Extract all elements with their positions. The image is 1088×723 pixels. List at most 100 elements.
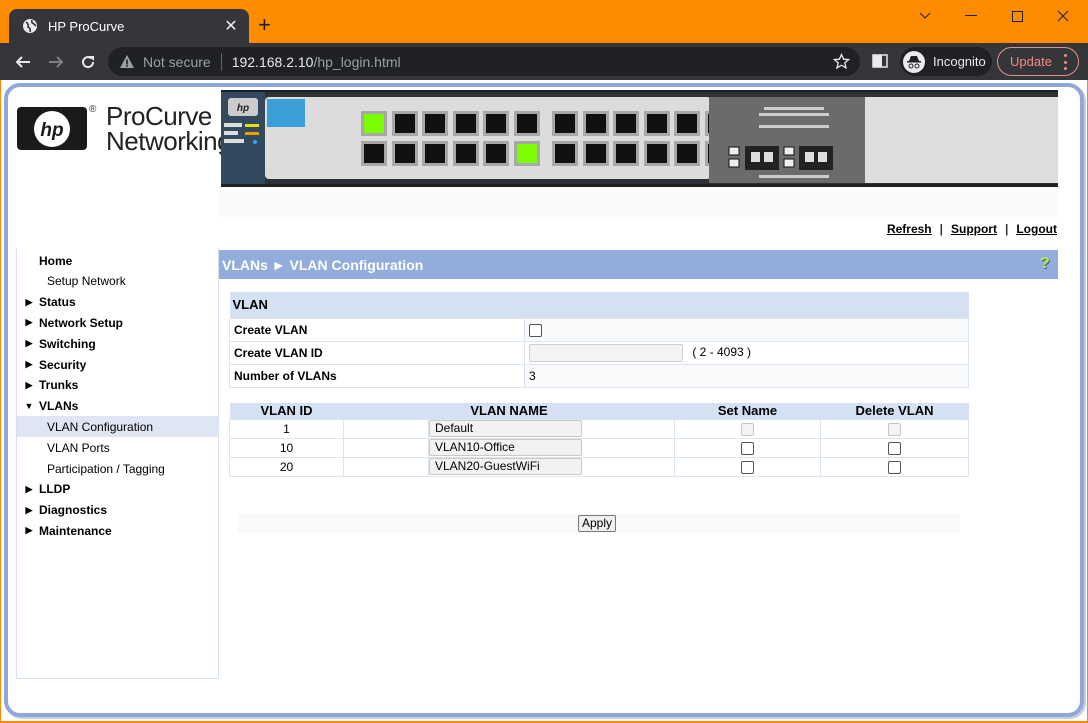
create-vlan-id-input[interactable] xyxy=(529,343,683,362)
sidebar-item-label: Network Setup xyxy=(39,315,124,330)
refresh-link[interactable]: Refresh xyxy=(887,222,932,236)
side-panel-icon[interactable] xyxy=(872,53,888,69)
incognito-label: Incognito xyxy=(933,54,986,69)
create-vlan-checkbox[interactable] xyxy=(529,323,542,337)
minimize-icon[interactable] xyxy=(948,4,994,28)
apply-button[interactable]: Apply xyxy=(578,515,617,532)
sidebar-item-label: Switching xyxy=(39,336,96,351)
vlan-id-range-hint: ( 2 - 4093 ) xyxy=(692,344,752,359)
link-separator: | xyxy=(939,222,943,236)
close-window-icon[interactable] xyxy=(1040,4,1086,28)
sidebar-item-maintenance[interactable]: ▶ Maintenance xyxy=(17,520,218,541)
vlan-name-cell: VLAN20-GuestWiFi xyxy=(428,456,675,477)
vlan-name-input[interactable]: VLAN10-Office xyxy=(429,439,582,456)
switch-model-label xyxy=(267,99,305,127)
sidebar-item-trunks[interactable]: ▶ Trunks xyxy=(17,375,218,396)
incognito-profile-button[interactable]: Incognito xyxy=(900,47,992,76)
sidebar-item-home[interactable]: Home xyxy=(17,250,218,271)
spacer-cell xyxy=(343,437,429,458)
sidebar-item-label: Participation / Tagging xyxy=(47,461,165,476)
sidebar-item-switching[interactable]: ▶ Switching xyxy=(17,333,218,354)
back-icon[interactable] xyxy=(10,49,36,75)
set-name-cell xyxy=(674,437,821,458)
forward-icon[interactable] xyxy=(43,49,69,75)
caret-right-icon: ▶ xyxy=(25,483,33,494)
maximize-icon[interactable] xyxy=(994,4,1040,28)
url-path: /hp_login.html xyxy=(313,53,401,70)
update-button[interactable]: Update xyxy=(997,47,1079,76)
warning-icon xyxy=(120,54,134,68)
set-name-cell xyxy=(674,456,821,477)
sidebar-item-setup-network[interactable]: Setup Network xyxy=(17,271,218,292)
caret-right-icon: ▶ xyxy=(25,296,33,307)
vlan-id-cell: 10 xyxy=(229,437,344,458)
vlan-id-cell: 20 xyxy=(229,456,344,477)
sidebar-item-diagnostics[interactable]: ▶ Diagnostics xyxy=(17,500,218,521)
switch-port-19 xyxy=(643,111,670,136)
switch-port-15 xyxy=(582,111,609,136)
link-separator: | xyxy=(1004,222,1009,236)
help-icon[interactable]: ? xyxy=(1040,255,1054,273)
vlan-settings-table: VLAN Create VLAN Create VLAN ID ( 2 - 40… xyxy=(229,292,969,388)
new-tab-button[interactable]: + xyxy=(258,12,271,38)
switch-port-20 xyxy=(643,141,670,166)
menu-kebab-icon[interactable] xyxy=(1064,54,1068,70)
browser-tab[interactable]: HP ProCurve ✕ xyxy=(9,9,249,43)
switch-led-indicators: hp xyxy=(224,98,259,144)
sidebar-item-security[interactable]: ▶ Security xyxy=(17,354,218,375)
brand-line-2: Networking xyxy=(106,126,232,156)
switch-port-6 xyxy=(422,141,448,166)
sidebar-item-vlan-ports[interactable]: VLAN Ports xyxy=(17,437,218,458)
sidebar-item-lldp[interactable]: ▶ LLDP xyxy=(17,479,218,500)
vlan-name-cell: VLAN10-Office xyxy=(428,437,675,458)
caret-right-icon: ▶ xyxy=(25,379,33,390)
sidebar-item-label: Diagnostics xyxy=(39,503,108,518)
registered-mark: ® xyxy=(89,104,97,115)
close-tab-icon[interactable]: ✕ xyxy=(223,16,239,36)
caret-right-icon: ▶ xyxy=(25,338,33,349)
sidebar-item-label: LLDP xyxy=(39,482,71,497)
switch-port-5 xyxy=(422,111,448,136)
caret-right-icon: ▶ xyxy=(25,359,33,369)
hp-procurve-logo: hp ® ProCurve Networking xyxy=(17,101,232,157)
sidebar-item-vlans[interactable]: ▼ VLANs xyxy=(17,396,218,417)
set-name-checkbox[interactable] xyxy=(741,460,754,474)
vlan-name-input[interactable]: VLAN20-GuestWiFi xyxy=(429,458,582,475)
delete-vlan-cell xyxy=(820,418,969,439)
sidebar-item-label: Setup Network xyxy=(47,274,126,289)
sidebar-item-status[interactable]: ▶ Status xyxy=(17,292,218,313)
switch-port-7 xyxy=(452,111,479,136)
delete-vlan-checkbox[interactable] xyxy=(888,460,901,474)
bookmark-star-icon[interactable] xyxy=(833,53,850,70)
sidebar-item-label: Status xyxy=(39,295,76,310)
sidebar-item-label: Trunks xyxy=(39,378,79,393)
number-of-vlans-label: Number of VLANs xyxy=(229,363,525,388)
column-header-set-name: Set Name xyxy=(674,403,821,419)
header-strip xyxy=(219,190,1058,217)
sidebar-item-label: VLAN Configuration xyxy=(47,419,154,434)
support-link[interactable]: Support xyxy=(951,222,997,236)
sidebar-item-label: Home xyxy=(39,253,73,268)
sfp-panel xyxy=(709,97,865,183)
address-bar[interactable]: Not secure 192.168.2.10/hp_login.html xyxy=(108,47,860,76)
set-name-checkbox[interactable] xyxy=(741,441,754,455)
reload-icon[interactable] xyxy=(75,49,101,75)
switch-port-3 xyxy=(391,111,418,136)
switch-port-22 xyxy=(674,141,700,166)
switch-port-4 xyxy=(391,141,418,166)
caret-down-icon: ▼ xyxy=(24,401,34,412)
switch-front-panel-image: hp xyxy=(221,90,1058,187)
delete-vlan-checkbox[interactable] xyxy=(888,441,901,455)
delete-vlan-checkbox xyxy=(888,422,901,436)
sidebar-item-participation-tagging[interactable]: Participation / Tagging xyxy=(17,458,218,479)
page-title: VLANs ► VLAN Configuration xyxy=(222,256,424,273)
logout-link[interactable]: Logout xyxy=(1016,222,1057,236)
tab-search-icon[interactable] xyxy=(902,4,948,28)
vlan-name-cell: Default xyxy=(428,418,675,439)
sidebar-item-vlan-configuration[interactable]: VLAN Configuration xyxy=(17,416,218,438)
column-header-vlan-id: VLAN ID xyxy=(229,403,344,419)
switch-port-12 xyxy=(513,141,540,166)
sidebar-item-network-setup[interactable]: ▶ Network Setup xyxy=(17,312,218,333)
spacer-cell xyxy=(343,418,429,439)
switch-port-18 xyxy=(613,141,639,166)
